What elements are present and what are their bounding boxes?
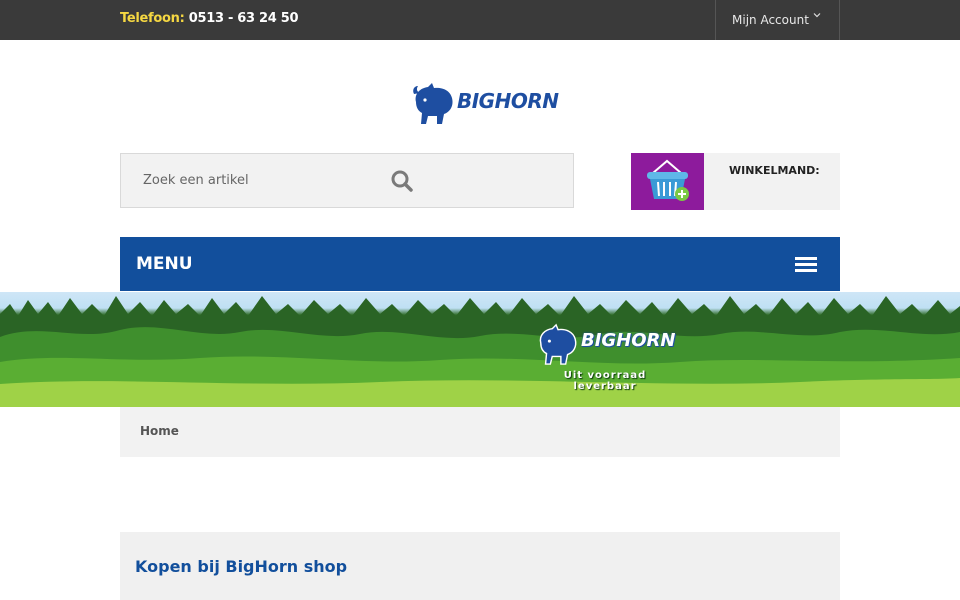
hamburger-icon[interactable]: [795, 257, 817, 273]
hero-banner: BIGHORN Uit voorraad leverbaar: [0, 292, 960, 407]
forest-illustration: [0, 296, 960, 407]
menu-bar[interactable]: MENU: [120, 237, 840, 291]
cart-button[interactable]: [631, 153, 704, 210]
cart-summary[interactable]: WINKELMAND:: [704, 153, 840, 210]
breadcrumb-home-link[interactable]: Home: [140, 424, 179, 438]
phone-info[interactable]: Telefoon: 0513 - 63 24 50: [120, 11, 299, 26]
search-icon: [391, 170, 413, 192]
bull-icon: [539, 323, 577, 365]
chevron-down-icon: [813, 11, 821, 22]
banner-wordmark: BIGHORN: [581, 330, 676, 351]
phone-number[interactable]: 0513 - 63 24 50: [189, 11, 299, 26]
phone-label: Telefoon:: [120, 11, 185, 26]
section-title: Kopen bij BigHorn shop: [135, 557, 348, 576]
search-box: [120, 153, 574, 208]
search-input[interactable]: [121, 154, 381, 207]
menu-label: MENU: [136, 254, 193, 274]
banner-tagline: Uit voorraad leverbaar: [563, 370, 647, 392]
content-section: Kopen bij BigHorn shop: [120, 532, 840, 600]
cart-label: WINKELMAND:: [729, 164, 820, 177]
site-logo[interactable]: BIGHORN: [410, 80, 559, 126]
account-dropdown[interactable]: Mijn Account: [715, 0, 840, 40]
logo-wordmark: BIGHORN: [457, 89, 559, 113]
bull-icon: [413, 83, 453, 124]
search-button[interactable]: [389, 168, 415, 194]
top-bar: Telefoon: 0513 - 63 24 50 Mijn Account: [0, 0, 960, 40]
account-label: Mijn Account: [732, 13, 809, 27]
shopping-basket-icon: [647, 159, 689, 201]
breadcrumb: Home: [120, 407, 840, 457]
banner-logo: BIGHORN: [535, 322, 675, 367]
